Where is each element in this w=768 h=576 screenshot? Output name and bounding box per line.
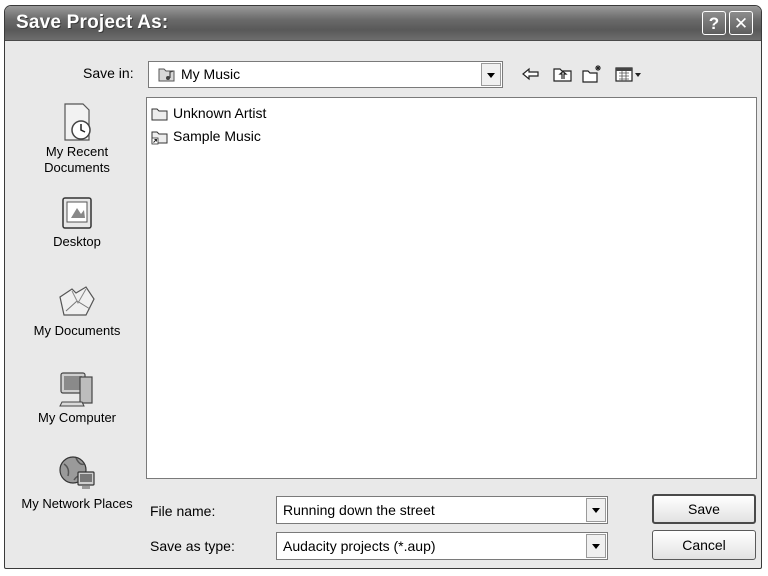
close-button[interactable]: ✕: [729, 11, 753, 35]
place-network-places[interactable]: My Network Places: [13, 452, 141, 512]
folder-icon: [151, 108, 168, 121]
file-name: Sample Music: [173, 128, 261, 144]
my-computer-icon: [59, 372, 93, 407]
place-my-documents[interactable]: My Documents: [13, 281, 141, 339]
place-recent-documents[interactable]: My Recent Documents: [13, 102, 141, 176]
save-as-type-label: Save as type:: [150, 538, 235, 554]
save-button[interactable]: Save: [652, 494, 756, 524]
help-button[interactable]: ?: [702, 11, 726, 35]
up-folder-icon[interactable]: [552, 64, 574, 84]
file-name-input[interactable]: Running down the street: [276, 496, 608, 524]
file-list[interactable]: Unknown Artist Sample Music: [146, 97, 757, 479]
network-places-icon: [59, 456, 95, 489]
save-in-dropdown-button[interactable]: [481, 63, 501, 86]
my-documents-icon: [59, 286, 95, 316]
file-name: Unknown Artist: [173, 105, 267, 121]
file-name-label: File name:: [150, 503, 216, 519]
place-label: My Recent Documents: [44, 144, 110, 175]
places-bar: My Recent Documents Desktop My Documents: [13, 96, 141, 546]
desktop-icon: [62, 197, 92, 229]
dialog-title: Save Project As:: [16, 12, 169, 33]
file-name-value[interactable]: Running down the street: [283, 502, 435, 518]
views-menu-icon[interactable]: [614, 64, 644, 84]
save-project-dialog: Save Project As: ? ✕ Save in: My Music M…: [4, 5, 762, 569]
place-label: My Computer: [37, 410, 117, 425]
save-in-value: My Music: [181, 66, 241, 82]
place-desktop[interactable]: Desktop: [13, 194, 141, 250]
place-label: Desktop: [53, 234, 101, 249]
place-label: My Documents: [33, 323, 121, 338]
save-in-dropdown[interactable]: My Music: [148, 61, 503, 88]
back-arrow-icon[interactable]: [520, 64, 542, 84]
save-as-type-dropdown-button[interactable]: [586, 534, 606, 558]
place-my-computer[interactable]: My Computer: [13, 368, 141, 426]
cancel-button[interactable]: Cancel: [652, 530, 756, 560]
save-in-label: Save in:: [83, 65, 134, 81]
music-folder-icon: [158, 68, 175, 82]
place-label: My Network Places: [21, 496, 133, 511]
recent-documents-icon: [64, 103, 91, 141]
save-as-type-dropdown[interactable]: Audacity projects (*.aup): [276, 532, 608, 560]
title-bar[interactable]: Save Project As: ? ✕: [5, 6, 761, 41]
save-as-type-value: Audacity projects (*.aup): [283, 538, 436, 554]
new-folder-icon[interactable]: [581, 64, 603, 84]
shortcut-folder-icon: [151, 131, 168, 145]
file-name-dropdown-button[interactable]: [586, 498, 606, 522]
